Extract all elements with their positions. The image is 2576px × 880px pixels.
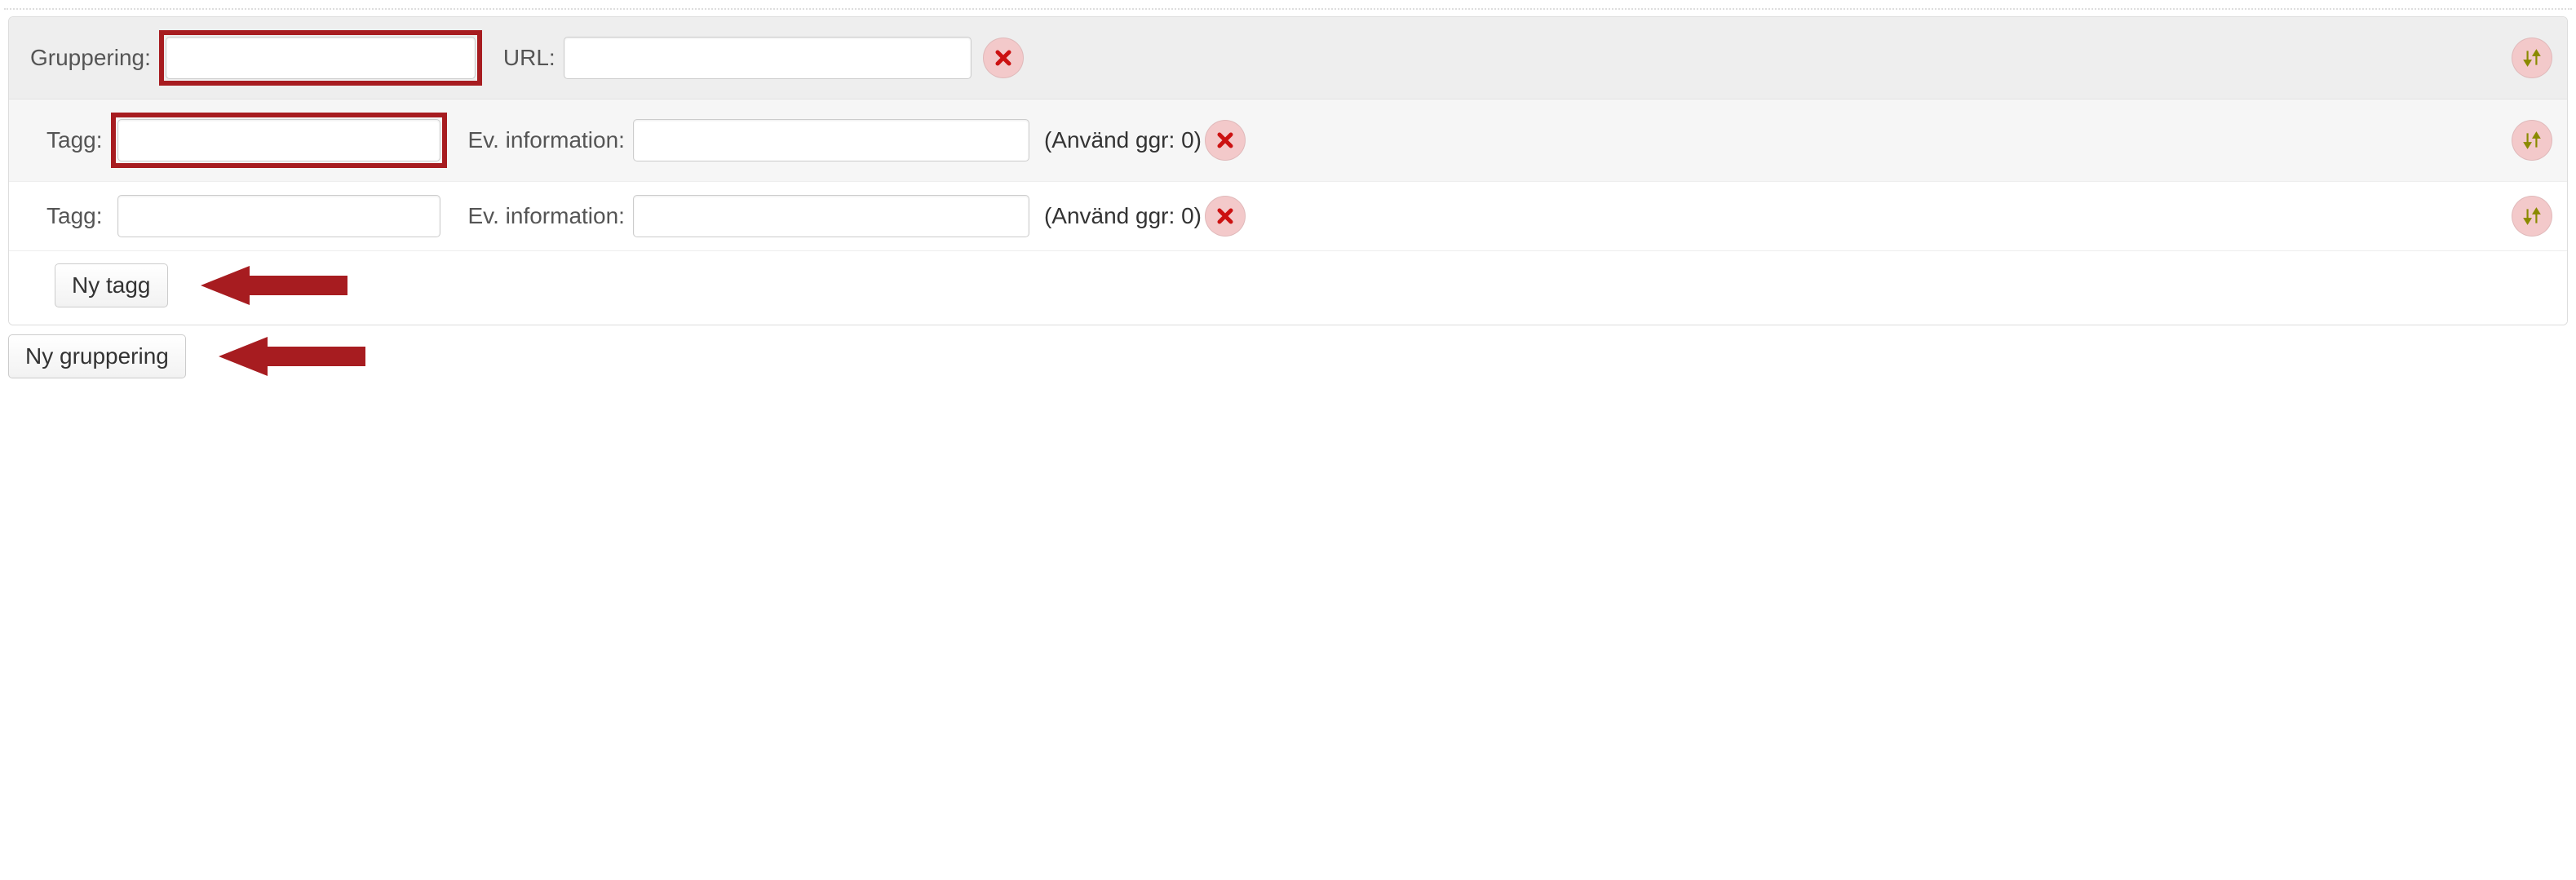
move-tag-button[interactable]: [2512, 120, 2552, 161]
new-group-button[interactable]: Ny gruppering: [8, 334, 186, 378]
new-tag-row: Ny tagg: [9, 251, 2567, 325]
close-icon: [994, 48, 1013, 68]
highlight-grouping: [159, 30, 482, 86]
delete-tag-button[interactable]: [1205, 120, 1246, 161]
usage-count: 0: [1181, 203, 1194, 228]
move-icon: [2521, 206, 2543, 227]
top-divider: [4, 8, 2572, 10]
usage-count: 0: [1181, 127, 1194, 153]
url-input[interactable]: [564, 37, 972, 79]
delete-group-button[interactable]: [983, 38, 1024, 78]
move-icon: [2521, 47, 2543, 69]
arrow-annotation: [219, 334, 365, 379]
info-input[interactable]: [633, 119, 1029, 161]
close-icon: [1215, 130, 1235, 150]
close-icon: [1215, 206, 1235, 226]
move-group-button[interactable]: [2512, 38, 2552, 78]
arrow-annotation: [201, 263, 347, 308]
info-label: Ev. information:: [468, 127, 625, 153]
group-row: Gruppering: URL:: [9, 17, 2567, 99]
tag-row: Tagg: Ev. information: (Använd ggr: 0): [9, 99, 2567, 182]
highlight-tag: [111, 113, 447, 168]
tag-input[interactable]: [117, 195, 440, 237]
tag-row: Tagg: Ev. information: (Använd ggr: 0): [9, 182, 2567, 251]
usage-text: (Använd ggr: 0): [1044, 127, 1202, 153]
tag-label: Tagg:: [46, 127, 103, 153]
delete-tag-button[interactable]: [1205, 196, 1246, 237]
new-tag-button[interactable]: Ny tagg: [55, 263, 168, 307]
new-group-row: Ny gruppering: [8, 325, 2568, 379]
move-tag-button[interactable]: [2512, 196, 2552, 237]
url-label: URL:: [503, 45, 555, 71]
move-icon: [2521, 130, 2543, 151]
info-label: Ev. information:: [468, 203, 625, 229]
tag-label: Tagg:: [46, 203, 103, 229]
usage-text: (Använd ggr: 0): [1044, 203, 1202, 229]
info-input[interactable]: [633, 195, 1029, 237]
tag-input[interactable]: [117, 119, 440, 161]
grouping-label: Gruppering:: [30, 45, 151, 71]
grouping-input[interactable]: [166, 37, 476, 79]
group-panel: Gruppering: URL: Tagg: Ev. information:: [8, 16, 2568, 325]
